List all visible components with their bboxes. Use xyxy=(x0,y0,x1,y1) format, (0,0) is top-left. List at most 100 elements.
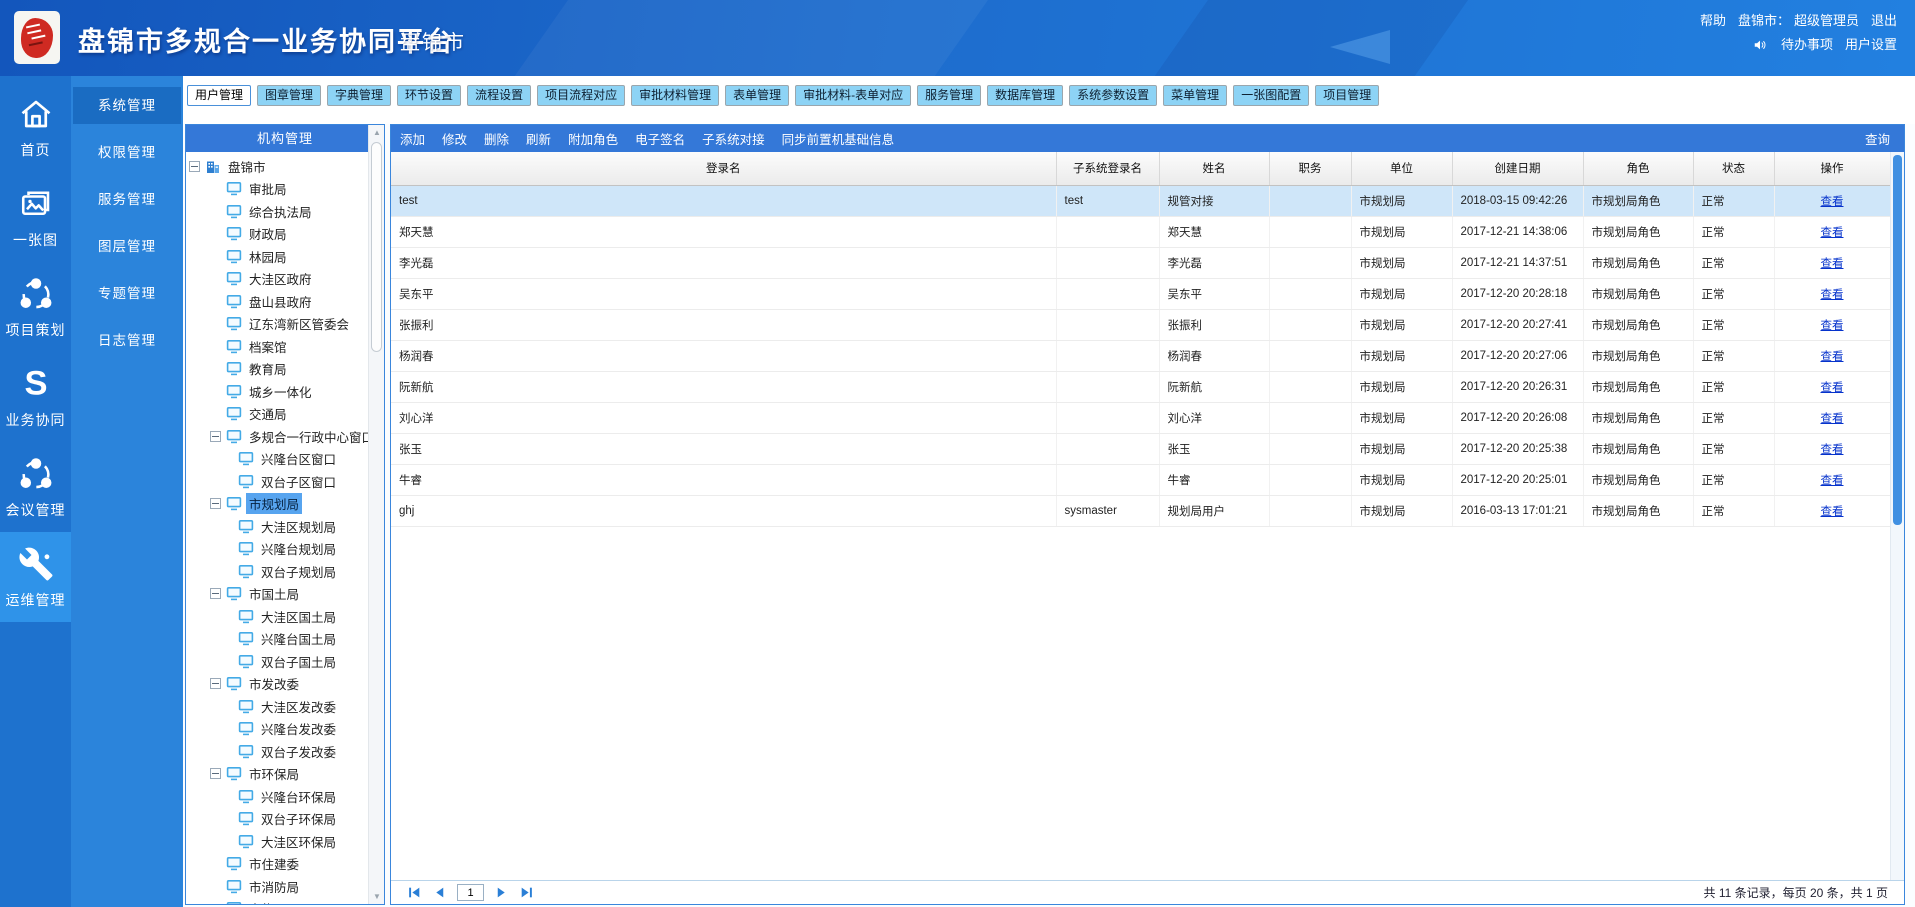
tree-scrollbar-thumb[interactable] xyxy=(371,142,382,352)
tree-node[interactable]: 财政局 xyxy=(186,223,384,246)
table-row[interactable]: test test 规管对接 市规划局 2018-03-15 09:42:26 市规划局角… xyxy=(391,185,1890,217)
tree-expander-icon[interactable] xyxy=(210,588,221,600)
tree-node[interactable]: 市规划局 xyxy=(186,493,384,516)
table-row[interactable]: 郑天慧 郑天慧 市规划局 2017-12-21 14:38:06 市规划局角色 正常 查看 xyxy=(391,216,1890,248)
last-page-button[interactable] xyxy=(519,885,534,900)
toolbar-action[interactable]: 添加 xyxy=(400,129,425,148)
scroll-down-icon[interactable]: ▼ xyxy=(369,889,385,904)
toolbar-action[interactable]: 同步前置机基础信息 xyxy=(782,129,895,148)
view-link[interactable]: 查看 xyxy=(1821,506,1844,518)
tree-node[interactable]: 大洼区环保局 xyxy=(186,830,384,853)
view-link[interactable]: 查看 xyxy=(1821,475,1844,487)
tree-expander-icon[interactable] xyxy=(210,430,221,442)
scroll-up-icon[interactable]: ▲ xyxy=(369,125,385,140)
view-link[interactable]: 查看 xyxy=(1821,413,1844,425)
view-link[interactable]: 查看 xyxy=(1821,444,1844,456)
sidebar-item-home[interactable]: 首页 xyxy=(0,82,71,172)
tree-node[interactable]: 市消防局 xyxy=(186,875,384,898)
sidebar-item-business-collaboration[interactable]: S 业务协同 xyxy=(0,352,71,442)
column-header[interactable]: 登录名 xyxy=(391,152,1057,186)
tab[interactable]: 用户管理 xyxy=(187,85,252,106)
search-button[interactable]: 查询 xyxy=(1865,129,1904,148)
column-header[interactable]: 职务 xyxy=(1269,152,1352,186)
tree-expander-icon[interactable] xyxy=(210,768,221,780)
tree-node[interactable]: 双台子国土局 xyxy=(186,650,384,673)
tree-scrollbar[interactable]: ▲ ▼ xyxy=(368,125,384,904)
table-scrollbar-thumb[interactable] xyxy=(1893,155,1902,525)
next-page-button[interactable] xyxy=(494,885,509,900)
tree-node[interactable]: 档案馆 xyxy=(186,335,384,358)
user-settings-link[interactable]: 用户设置 xyxy=(1845,33,1897,57)
tree-node[interactable]: 交通局 xyxy=(186,403,384,426)
table-row[interactable]: 李光磊 李光磊 市规划局 2017-12-21 14:37:51 市规划局角色 正常 查看 xyxy=(391,247,1890,279)
tab[interactable]: 流程设置 xyxy=(467,85,532,106)
submenu-item[interactable]: 权限管理 xyxy=(73,134,181,171)
column-header[interactable]: 角色 xyxy=(1583,152,1694,186)
tree-node[interactable]: 双台子发改委 xyxy=(186,740,384,763)
tree-node[interactable]: 大洼区国土局 xyxy=(186,605,384,628)
tree-node[interactable]: 兴隆台环保局 xyxy=(186,785,384,808)
column-header[interactable]: 状态 xyxy=(1693,152,1775,186)
submenu-item[interactable]: 图层管理 xyxy=(73,228,181,265)
sidebar-item-meeting-management[interactable]: 会议管理 xyxy=(0,442,71,532)
tree-expander-icon[interactable] xyxy=(210,498,221,510)
first-page-button[interactable] xyxy=(407,885,422,900)
tab[interactable]: 环节设置 xyxy=(397,85,462,106)
view-link[interactable]: 查看 xyxy=(1821,227,1844,239)
toolbar-action[interactable]: 子系统对接 xyxy=(702,129,765,148)
tree-node[interactable]: 林园局 xyxy=(186,245,384,268)
tab[interactable]: 数据库管理 xyxy=(987,85,1064,106)
tree-node[interactable]: 审批局 xyxy=(186,178,384,201)
tree-node[interactable]: 文物局 xyxy=(186,898,384,904)
tree-node[interactable]: 多规合一行政中心窗口 xyxy=(186,425,384,448)
sidebar-item-project-planning[interactable]: 项目策划 xyxy=(0,262,71,352)
sidebar-item-one-map[interactable]: 一张图 xyxy=(0,172,71,262)
tree-node[interactable]: 城乡一体化 xyxy=(186,380,384,403)
table-row[interactable]: 杨润春 杨润春 市规划局 2017-12-20 20:27:06 市规划局角色 正常 查看 xyxy=(391,340,1890,372)
table-row[interactable]: 阮新航 阮新航 市规划局 2017-12-20 20:26:31 市规划局角色 正常 查看 xyxy=(391,371,1890,403)
sidebar-item-operations-management[interactable]: 运维管理 xyxy=(0,532,71,622)
tab[interactable]: 项目管理 xyxy=(1315,85,1380,106)
view-link[interactable]: 查看 xyxy=(1821,351,1844,363)
view-link[interactable]: 查看 xyxy=(1821,382,1844,394)
tab[interactable]: 图章管理 xyxy=(257,85,322,106)
tree-node[interactable]: 兴隆台发改委 xyxy=(186,718,384,741)
tree-node[interactable]: 兴隆台国土局 xyxy=(186,628,384,651)
column-header[interactable]: 子系统登录名 xyxy=(1056,152,1160,186)
table-row[interactable]: 刘心洋 刘心洋 市规划局 2017-12-20 20:26:08 市规划局角色 正常 查看 xyxy=(391,402,1890,434)
tree-node[interactable]: 双台子区窗口 xyxy=(186,470,384,493)
tab[interactable]: 表单管理 xyxy=(725,85,790,106)
tab[interactable]: 服务管理 xyxy=(917,85,982,106)
table-row[interactable]: 张振利 张振利 市规划局 2017-12-20 20:27:41 市规划局角色 正常 查看 xyxy=(391,309,1890,341)
tree-node[interactable]: 双台子环保局 xyxy=(186,808,384,831)
tree-node[interactable]: 双台子规划局 xyxy=(186,560,384,583)
submenu-item[interactable]: 系统管理 xyxy=(73,87,181,124)
table-row[interactable]: 张玉 张玉 市规划局 2017-12-20 20:25:38 市规划局角色 正常 查看 xyxy=(391,433,1890,465)
column-header[interactable]: 操作 xyxy=(1774,152,1890,186)
toolbar-action[interactable]: 删除 xyxy=(484,129,509,148)
tab[interactable]: 菜单管理 xyxy=(1163,85,1228,106)
tree-node[interactable]: 市发改委 xyxy=(186,673,384,696)
tree-node[interactable]: 综合执法局 xyxy=(186,200,384,223)
view-link[interactable]: 查看 xyxy=(1821,320,1844,332)
toolbar-action[interactable]: 电子签名 xyxy=(635,129,685,148)
submenu-item[interactable]: 专题管理 xyxy=(73,275,181,312)
tree-node[interactable]: 市住建委 xyxy=(186,853,384,876)
tab[interactable]: 一张图配置 xyxy=(1233,85,1310,106)
table-scrollbar[interactable] xyxy=(1890,152,1904,880)
tree-node[interactable]: 大洼区政府 xyxy=(186,268,384,291)
tree-node[interactable]: 大洼区发改委 xyxy=(186,695,384,718)
tree-node[interactable]: 盘山县政府 xyxy=(186,290,384,313)
todo-link[interactable]: 待办事项 xyxy=(1781,33,1833,57)
tree-expander-icon[interactable] xyxy=(189,160,200,172)
logout-link[interactable]: 退出 xyxy=(1871,9,1897,33)
tree-node[interactable]: 盘锦市 xyxy=(186,155,384,178)
table-row[interactable]: 吴东平 吴东平 市规划局 2017-12-20 20:28:18 市规划局角色 正常 查看 xyxy=(391,278,1890,310)
tree-node[interactable]: 市国土局 xyxy=(186,583,384,606)
tree-node[interactable]: 兴隆台规划局 xyxy=(186,538,384,561)
toolbar-action[interactable]: 刷新 xyxy=(526,129,551,148)
tab[interactable]: 审批材料-表单对应 xyxy=(795,85,912,106)
tree-node[interactable]: 兴隆台区窗口 xyxy=(186,448,384,471)
tree-node[interactable]: 大洼区规划局 xyxy=(186,515,384,538)
column-header[interactable]: 创建日期 xyxy=(1452,152,1584,186)
